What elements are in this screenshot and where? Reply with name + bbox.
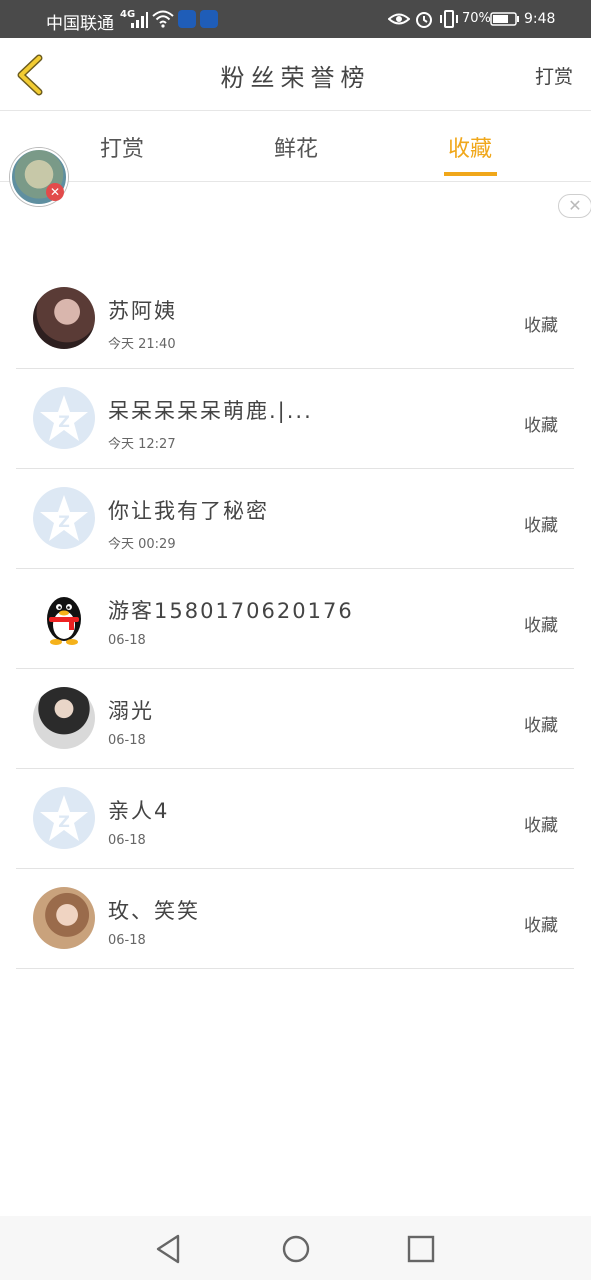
- timestamp: 06-18: [108, 633, 146, 648]
- default-star-icon: Z: [33, 387, 95, 449]
- nav-recent-icon[interactable]: [405, 1233, 437, 1265]
- favorite-label: 收藏: [524, 816, 558, 836]
- vibrate-icon: [440, 10, 458, 28]
- favorites-list: 苏阿姨 今天 21:40 收藏 Z 呆呆呆呆呆萌鹿.|... 今天 12:27 …: [16, 269, 574, 969]
- tab-favorites[interactable]: 收藏: [448, 131, 492, 163]
- list-item[interactable]: Z 呆呆呆呆呆萌鹿.|... 今天 12:27 收藏: [16, 369, 574, 469]
- battery-icon: [490, 12, 519, 26]
- timestamp: 06-18: [108, 833, 146, 848]
- eye-icon: [388, 13, 410, 25]
- nav-home-icon[interactable]: [279, 1232, 313, 1266]
- signal-icon: [131, 12, 148, 28]
- penguin-icon: [33, 587, 95, 649]
- user-name: 呆呆呆呆呆萌鹿.|...: [108, 399, 313, 423]
- app-header: 粉丝荣誉榜 打赏: [0, 38, 591, 111]
- avatar: [33, 287, 95, 349]
- svg-text:Z: Z: [58, 812, 70, 831]
- tab-bar: 打赏 鲜花 收藏: [0, 111, 591, 182]
- list-item[interactable]: 玫、笑笑 06-18 收藏: [16, 869, 574, 969]
- avatar: [33, 887, 95, 949]
- tab-indicator: [444, 172, 497, 176]
- list-item[interactable]: Z 亲人4 06-18 收藏: [16, 769, 574, 869]
- list-item[interactable]: 溺光 06-18 收藏: [16, 669, 574, 769]
- status-bar: 中国联通 4G 70% 9:48: [0, 0, 591, 38]
- timestamp: 今天 12:27: [108, 437, 176, 452]
- user-name: 你让我有了秘密: [108, 499, 269, 523]
- list-item[interactable]: 游客15801706201​76 06-18 收藏: [16, 569, 574, 669]
- carrier-name: 中国联通: [46, 14, 114, 34]
- system-nav-bar: [0, 1216, 591, 1280]
- user-name: 溺光: [108, 699, 154, 723]
- avatar: [33, 687, 95, 749]
- timestamp: 06-18: [108, 733, 146, 748]
- favorite-label: 收藏: [524, 616, 558, 636]
- svg-text:Z: Z: [58, 512, 70, 531]
- timestamp: 06-18: [108, 933, 146, 948]
- tab-reward[interactable]: 打赏: [100, 131, 144, 163]
- app-notification-icon: [178, 10, 196, 28]
- favorite-label: 收藏: [524, 716, 558, 736]
- page-title: 粉丝荣誉榜: [220, 64, 371, 92]
- reward-button[interactable]: 打赏: [535, 62, 573, 89]
- dismiss-button[interactable]: ✕: [558, 194, 591, 218]
- nav-back-icon[interactable]: [152, 1232, 186, 1266]
- svg-text:Z: Z: [58, 412, 70, 431]
- favorite-label: 收藏: [524, 516, 558, 536]
- favorite-label: 收藏: [524, 316, 558, 336]
- alarm-icon: [416, 12, 432, 28]
- app-notification-icon: [200, 10, 218, 28]
- favorite-label: 收藏: [524, 416, 558, 436]
- user-name: 苏阿姨: [108, 299, 177, 323]
- list-item[interactable]: Z 你让我有了秘密 今天 00:29 收藏: [16, 469, 574, 569]
- timestamp: 今天 00:29: [108, 537, 176, 552]
- tab-flowers[interactable]: 鲜花: [274, 131, 318, 163]
- wifi-icon: [152, 10, 174, 28]
- battery-percent: 70%: [462, 11, 491, 26]
- user-name: 玫、笑笑: [108, 899, 200, 923]
- favorite-label: 收藏: [524, 916, 558, 936]
- timestamp: 今天 21:40: [108, 337, 176, 352]
- user-name: 亲人4: [108, 799, 170, 823]
- default-star-icon: Z: [33, 787, 95, 849]
- clock: 9:48: [524, 11, 556, 27]
- close-icon[interactable]: ✕: [46, 183, 64, 201]
- list-item[interactable]: 苏阿姨 今天 21:40 收藏: [16, 269, 574, 369]
- default-star-icon: Z: [33, 487, 95, 549]
- user-name: 游客15801706201​76: [108, 599, 354, 623]
